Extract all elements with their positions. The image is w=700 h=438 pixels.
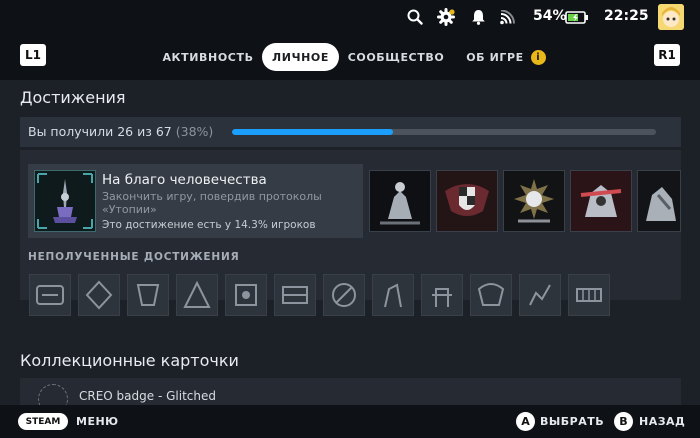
progress-count: Вы получили 26 из 67 [28, 124, 172, 139]
featured-achievement-title: На благо человечества [102, 172, 267, 188]
top-bar: 54% 22:25 L1 R1 АКТИВНОСТЬ ЛИЧНОЕ СООБЩЕ… [0, 0, 700, 80]
locked-achievement-icon[interactable] [470, 274, 512, 316]
locked-achievement-icon[interactable] [78, 274, 120, 316]
featured-achievement[interactable]: На благо человечества Закончить игру, по… [28, 164, 363, 238]
tab-personal[interactable]: ЛИЧНОЕ [262, 43, 339, 71]
progress-bar [232, 129, 656, 135]
info-icon: i [530, 49, 546, 65]
locked-achievement-icon[interactable] [519, 274, 561, 316]
avatar[interactable] [658, 4, 684, 30]
locked-achievement-icon[interactable] [274, 274, 316, 316]
menu-label: МЕНЮ [76, 415, 119, 428]
locked-achievement-icon[interactable] [127, 274, 169, 316]
achievement-progress-panel[interactable]: Вы получили 26 из 67 (38%) [20, 117, 681, 147]
locked-achievement-icon[interactable] [421, 274, 463, 316]
battery-percent: 54% [533, 8, 567, 24]
featured-achievement-rarity: Это достижение есть у 14.3% игроков [102, 219, 316, 231]
locked-achievement-icon[interactable] [568, 274, 610, 316]
tab-activity[interactable]: АКТИВНОСТЬ [160, 43, 256, 71]
clock: 22:25 [604, 8, 649, 24]
settings-icon[interactable] [436, 7, 456, 27]
tab-about-game-label: ОБ ИГРЕ [466, 50, 524, 64]
locked-achievement-icon[interactable] [176, 274, 218, 316]
a-button[interactable]: A [516, 412, 535, 431]
unlocked-achievement-icon[interactable] [436, 170, 498, 232]
wifi-icon [498, 9, 516, 25]
b-button[interactable]: B [614, 412, 633, 431]
unlocked-achievement-icon[interactable] [503, 170, 565, 232]
progress-bar-fill [232, 129, 394, 135]
featured-achievement-icon [34, 170, 96, 232]
trading-card-item[interactable]: CREO badge - Glitched [20, 378, 681, 414]
trading-cards-title: Коллекционные карточки [20, 351, 239, 370]
unlocked-achievement-icon[interactable] [637, 170, 681, 232]
locked-achievement-icon[interactable] [29, 274, 71, 316]
achievements-title: Достижения [20, 88, 126, 107]
featured-achievement-description: Закончить игру, повердив протоколы «Утоп… [102, 190, 322, 216]
tab-bar: АКТИВНОСТЬ ЛИЧНОЕ СООБЩЕСТВО ОБ ИГРЕ i [0, 43, 700, 71]
tab-about-game[interactable]: ОБ ИГРЕ i [456, 43, 556, 71]
tab-community[interactable]: СООБЩЕСТВО [346, 43, 446, 71]
achievement-progress-text: Вы получили 26 из 67 (38%) [28, 124, 213, 139]
bottom-bar: STEAM МЕНЮ A ВЫБРАТЬ B НАЗАД [0, 405, 700, 438]
locked-achievement-icon[interactable] [323, 274, 365, 316]
steam-button[interactable]: STEAM [18, 413, 68, 430]
select-label: ВЫБРАТЬ [540, 415, 605, 428]
back-label: НАЗАД [639, 415, 686, 428]
search-icon[interactable] [406, 8, 424, 26]
locked-achievement-icon[interactable] [225, 274, 267, 316]
locked-achievements-heading: НЕПОЛУЧЕННЫЕ ДОСТИЖЕНИЯ [28, 251, 240, 263]
unlocked-achievement-icon[interactable] [369, 170, 431, 232]
unlocked-achievement-icon[interactable] [570, 170, 632, 232]
notification-bell-icon[interactable] [469, 8, 487, 26]
battery-icon [565, 10, 589, 24]
progress-percent: (38%) [175, 124, 214, 139]
locked-achievement-icon[interactable] [372, 274, 414, 316]
trading-card-name: CREO badge - Glitched [79, 389, 216, 403]
